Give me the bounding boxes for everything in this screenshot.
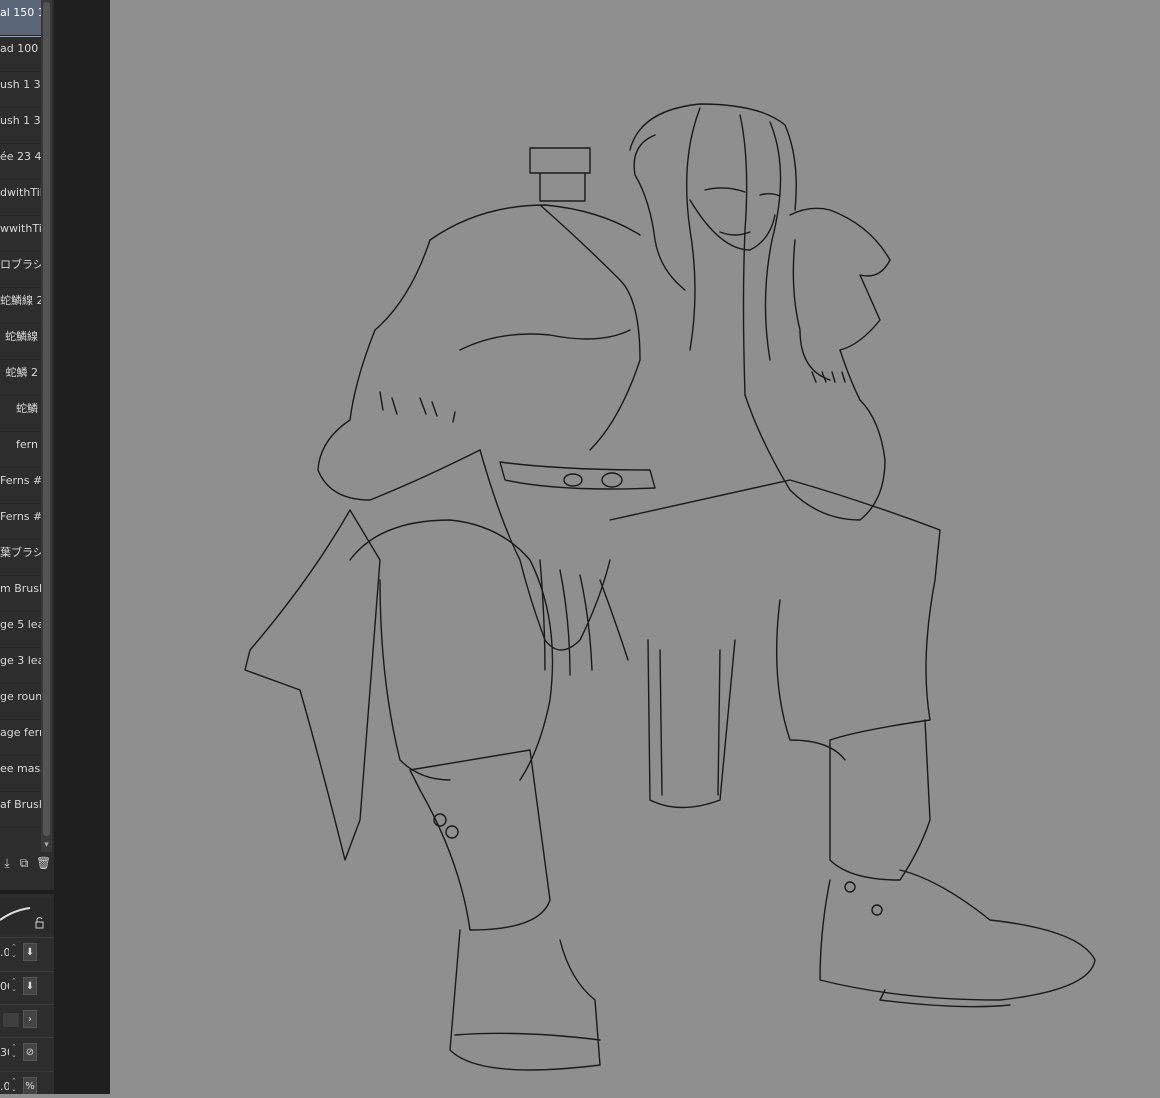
brush-item[interactable]: af Brush [0,792,41,828]
brush-item-label: ad 100 2 [0,42,41,55]
drawing-canvas[interactable] [110,0,1160,1094]
no-pressure-icon[interactable]: ⊘ [23,1043,37,1061]
color-swatch[interactable] [3,1013,19,1027]
property-value[interactable]: 30 [0,1046,9,1059]
scrollbar-thumb[interactable] [43,2,50,836]
brush-item[interactable]: ad 100 2 [0,36,41,72]
brush-item[interactable]: ush 1 32 [0,108,41,144]
brush-item-label: 蛇鱗線 2 [0,294,41,307]
brush-item-label: 蛇鱗 [16,402,38,415]
sub-tool-panel: al 150 1 ad 100 2 ush 1 33 ush 1 32 ée 2… [0,0,54,1094]
brush-item-label: 蛇鱗線 [5,330,38,343]
brush-item[interactable]: ge 5 leaf [0,612,41,648]
brush-item[interactable]: 蛇鱗線 2 [0,288,41,324]
brush-item[interactable]: Ferns #5 [0,504,41,540]
brush-item[interactable]: wwithTilt [0,216,41,252]
spinner-icon[interactable]: ⌃ ⌄ [11,1077,19,1093]
property-row: 30 ⌃⌄ ⊘ [0,1037,54,1070]
brush-item-label: wwithTilt [0,222,41,235]
brush-item[interactable]: m Brush [0,576,41,612]
brush-item-label: ush 1 32 [0,114,41,127]
brush-stroke-preview-svg [0,907,44,929]
brush-item-label: af Brush [0,798,41,811]
brush-item[interactable]: 葉ブラシ [0,540,41,576]
brush-item[interactable]: Ferns #4 [0,468,41,504]
panel-divider [0,890,54,894]
percent-icon[interactable]: % [23,1077,37,1094]
brush-list-scrollbar[interactable] [41,0,52,852]
brush-item-label: ge round [0,690,41,703]
brush-item-label: age fern [0,726,41,739]
brush-item[interactable]: ée 23 4 [0,144,41,180]
brush-item-label: Ferns #5 [0,510,41,523]
scroll-down-icon[interactable]: ▾ [41,839,52,851]
download-icon[interactable]: ⬇ [23,943,37,961]
import-icon[interactable]: ⤓ [0,855,14,871]
property-value[interactable]: 00 [0,980,9,993]
brush-item-label: 葉ブラシ [0,546,41,559]
spinner-icon[interactable]: ⌃ ⌄ [11,1043,19,1059]
brush-item[interactable]: ge round [0,684,41,720]
brush-item-label: ge 3 leaf [0,654,41,667]
brush-item[interactable]: age fern [0,720,41,756]
brush-item-label: dwithTilt [0,186,41,199]
brush-item[interactable]: ush 1 33 [0,72,41,108]
brush-item-label: fern [16,438,38,451]
brush-item-label: ee mass [0,762,41,775]
brush-item-label: 蛇鱗 2 [5,366,39,379]
property-row: .0 ⌃ ⌄ ⬇ [0,937,54,970]
spinner-icon[interactable]: ⌃ ⌄ [11,977,19,993]
brush-item[interactable]: 蛇鱗 [0,396,41,432]
brush-item-label: m Brush [0,582,41,595]
brush-item[interactable]: dwithTilt [0,180,41,216]
panel-gutter [54,0,110,1094]
duplicate-icon[interactable]: ⧉ [17,855,31,871]
spinner-icon[interactable]: ⌃ ⌄ [11,943,19,959]
brush-stroke-preview [0,898,54,934]
brush-list: al 150 1 ad 100 2 ush 1 33 ush 1 32 ée 2… [0,0,42,828]
property-row: › [0,1004,54,1037]
property-row: .0 ⌃ ⌄ % [0,1071,54,1094]
brush-item[interactable]: al 150 1 [0,0,42,37]
brush-item-label: ush 1 33 [0,78,41,91]
brush-item[interactable]: 蛇鱗線 [0,324,41,360]
brush-item[interactable]: fern [0,432,41,468]
brush-item[interactable]: ロブラシ [0,252,41,288]
trash-icon[interactable]: 🗑 [36,855,51,871]
brush-item-label: ロブラシ [0,258,41,271]
download-icon[interactable]: ⬇ [23,977,37,995]
arrow-right-icon[interactable]: › [23,1010,37,1028]
brush-item[interactable]: 蛇鱗 2 [0,360,41,396]
line-art-drawing [244,103,1096,1071]
brush-item[interactable]: ge 3 leaf [0,648,41,684]
brush-item-label: al 150 1 [0,6,41,19]
brush-item-label: ge 5 leaf [0,618,41,631]
brush-item-label: Ferns #4 [0,474,41,487]
property-value[interactable]: .0 [0,946,9,959]
brush-item-label: ée 23 4 [0,150,41,163]
brush-item[interactable]: ee mass [0,756,41,792]
property-value[interactable]: .0 [0,1080,9,1093]
lock-icon [35,921,44,929]
property-row: 00 ⌃⌄ ⬇ [0,971,54,1004]
